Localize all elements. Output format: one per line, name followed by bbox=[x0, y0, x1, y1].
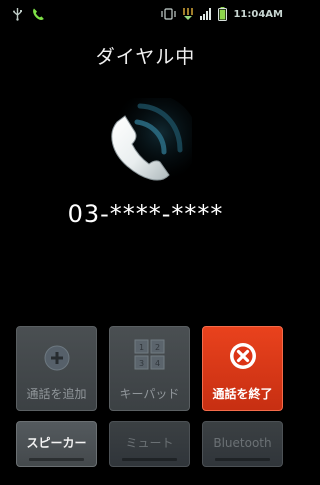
keypad-button[interactable]: 1 2 3 4 キーパッド bbox=[109, 326, 190, 411]
signal-icon bbox=[200, 8, 212, 20]
speaker-toggle-indicator bbox=[29, 458, 84, 461]
bluetooth-label: Bluetooth bbox=[213, 436, 272, 450]
add-call-label: 通話を追加 bbox=[26, 387, 87, 401]
keypad-label: キーパッド bbox=[119, 387, 180, 401]
status-time: 11:04AM bbox=[233, 8, 283, 20]
svg-text:2: 2 bbox=[154, 343, 159, 352]
mute-label: ミュート bbox=[125, 436, 174, 450]
dialing-screen: 11:04AM ダイヤル中 03-****-**** 通話を追加 1 2 3 4… bbox=[0, 0, 291, 485]
usb-icon bbox=[12, 7, 23, 21]
end-call-icon bbox=[228, 341, 258, 371]
dialed-number: 03-****-**** bbox=[67, 200, 224, 228]
status-left bbox=[12, 7, 45, 21]
status-right: 11:04AM bbox=[161, 7, 283, 21]
mute-button[interactable]: ミュート bbox=[109, 421, 190, 467]
keypad-icon: 1 2 3 4 bbox=[133, 338, 167, 372]
add-call-button[interactable]: 通話を追加 bbox=[16, 326, 97, 411]
call-active-icon bbox=[31, 7, 45, 21]
add-call-icon bbox=[43, 344, 71, 372]
speaker-button[interactable]: スピーカー bbox=[16, 421, 97, 467]
status-bar: 11:04AM bbox=[0, 0, 291, 28]
call-status-title: ダイヤル中 bbox=[95, 46, 196, 68]
svg-text:3: 3 bbox=[138, 359, 143, 368]
bluetooth-button[interactable]: Bluetooth bbox=[202, 421, 283, 467]
end-call-button[interactable]: 通話を終了 bbox=[202, 326, 283, 411]
vibrate-icon bbox=[161, 8, 177, 20]
svg-text:4: 4 bbox=[154, 359, 159, 368]
svg-text:1: 1 bbox=[138, 343, 143, 352]
data-icon bbox=[182, 7, 194, 21]
battery-icon bbox=[218, 7, 228, 21]
bluetooth-toggle-indicator bbox=[215, 458, 270, 461]
mute-toggle-indicator bbox=[122, 458, 177, 461]
phone-handset-icon bbox=[94, 94, 198, 196]
speaker-label: スピーカー bbox=[26, 436, 87, 450]
end-call-label: 通話を終了 bbox=[212, 387, 273, 401]
